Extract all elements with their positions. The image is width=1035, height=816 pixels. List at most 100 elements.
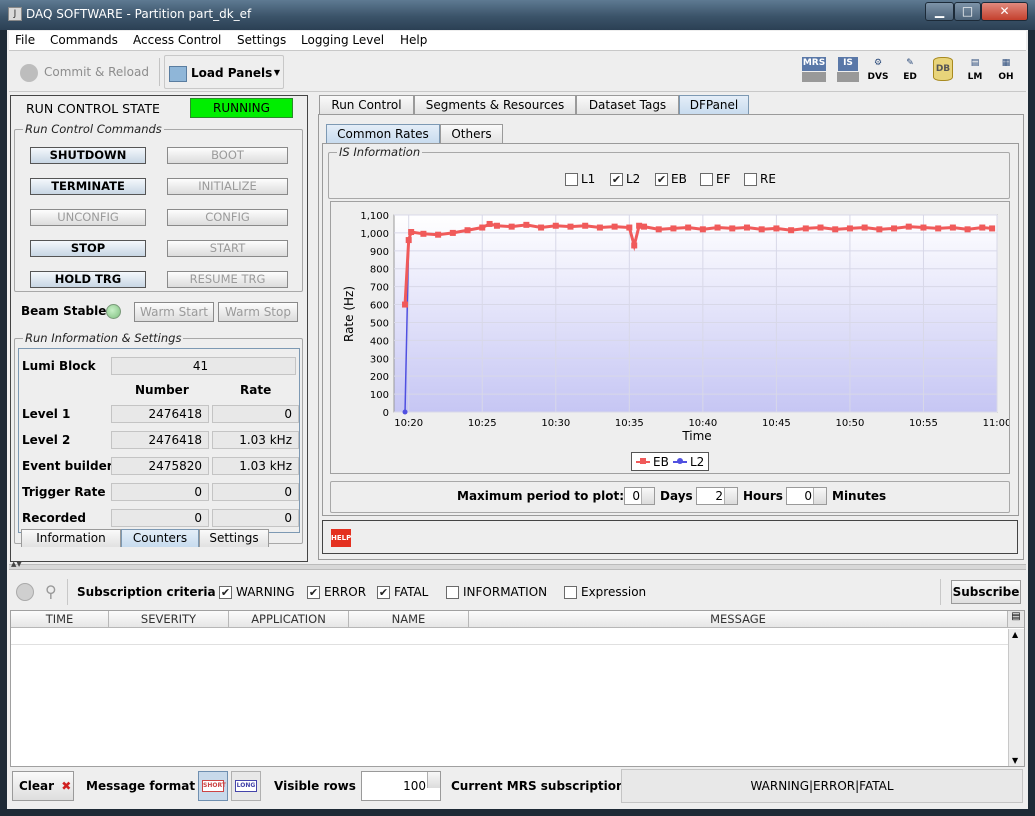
title-bar: J DAQ SOFTWARE - Partition part_dk_ef ▁ …	[0, 0, 1035, 30]
load-panels-button[interactable]: Load Panels ▼	[164, 55, 284, 89]
boot-button[interactable]: BOOT	[167, 147, 288, 164]
filter-icon[interactable]: ⚲	[45, 582, 57, 601]
tab-common-rates[interactable]: Common Rates	[326, 124, 440, 144]
config-button[interactable]: CONFIG	[167, 209, 288, 226]
col-time[interactable]: TIME	[11, 611, 109, 628]
rates-chart[interactable]: 0 100 200 300 400 500 600 700 800 900 1,000 1,100 1…	[331, 202, 1009, 473]
l2-checkbox[interactable]: ✔	[610, 173, 623, 186]
tab-information[interactable]: Information	[21, 529, 121, 547]
db-tool-icon[interactable]: DB	[930, 57, 956, 85]
start-button[interactable]: START	[167, 240, 288, 257]
lm-tool-icon[interactable]: ▤ LM	[962, 57, 988, 85]
tab-segments-resources[interactable]: Segments & Resources	[414, 95, 576, 115]
data-point-eb	[567, 223, 574, 230]
tab-dfpanel[interactable]: DFPanel	[679, 95, 749, 115]
tab-counters[interactable]: Counters	[121, 529, 199, 547]
tab-settings[interactable]: Settings	[199, 529, 269, 547]
stop-button[interactable]: STOP	[30, 240, 146, 257]
java-icon: J	[8, 7, 22, 21]
clear-icon: ✖	[61, 779, 72, 793]
menu-file[interactable]: File	[15, 33, 35, 47]
error-checkbox-label: ERROR	[324, 585, 367, 599]
l1-checkbox[interactable]	[565, 173, 578, 186]
col-name[interactable]: NAME	[349, 611, 469, 628]
menu-commands[interactable]: Commands	[50, 33, 118, 47]
shutdown-button[interactable]: SHUTDOWN	[30, 147, 146, 164]
column-menu-icon[interactable]: ▤	[1008, 611, 1024, 628]
col-severity[interactable]: SEVERITY	[109, 611, 229, 628]
tab-others[interactable]: Others	[440, 124, 503, 144]
row-label: Recorded	[22, 511, 86, 525]
hold-trigger-button[interactable]: HOLD TRG	[30, 271, 146, 288]
help-icon[interactable]: HELP	[331, 529, 351, 547]
dvs-tool-icon[interactable]: ⚙ DVS	[865, 57, 891, 85]
minimize-button[interactable]: ▁	[925, 2, 954, 21]
col-message[interactable]: MESSAGE	[469, 611, 1008, 628]
data-point-eb	[989, 225, 996, 232]
menu-access-control[interactable]: Access Control	[133, 33, 221, 47]
menu-settings[interactable]: Settings	[237, 33, 286, 47]
trigger-rate-number: 0	[111, 483, 209, 501]
x-tick-label: 10:35	[615, 418, 644, 429]
menu-help[interactable]: Help	[400, 33, 427, 47]
splitter-arrows-icon[interactable]: ▲▼	[11, 560, 22, 568]
plot-area	[393, 214, 998, 413]
y-tick-label: 1,000	[360, 229, 389, 240]
warning-checkbox[interactable]: ✔	[219, 586, 232, 599]
error-checkbox[interactable]: ✔	[307, 586, 320, 599]
initialize-button[interactable]: INITIALIZE	[167, 178, 288, 195]
is-tool-icon[interactable]: IS	[835, 57, 861, 85]
mrs-tool-icon[interactable]: MRS	[801, 57, 827, 85]
expression-checkbox[interactable]	[564, 586, 577, 599]
eb-checkbox[interactable]: ✔	[655, 173, 668, 186]
data-point-eb	[935, 225, 942, 232]
scroll-up-icon[interactable]: ▲	[1012, 630, 1018, 639]
subscription-bar: ⚲ Subscription criteria ✔ WARNING ✔ ERRO…	[9, 576, 1026, 608]
information-checkbox[interactable]	[446, 586, 459, 599]
data-point-eb	[891, 225, 898, 232]
y-tick-label: 400	[370, 336, 389, 347]
tab-dataset-tags[interactable]: Dataset Tags	[576, 95, 679, 115]
chart-legend: EB L2	[631, 452, 709, 471]
warm-stop-button[interactable]: Warm Stop	[218, 302, 298, 322]
ed-tool-icon[interactable]: ✎ ED	[897, 57, 923, 85]
data-point-eb	[788, 227, 795, 234]
data-point-eb	[408, 229, 415, 236]
data-point-eb	[420, 230, 427, 237]
level2-rate: 1.03 kHz	[212, 431, 299, 449]
refresh-icon[interactable]	[16, 583, 34, 601]
scroll-down-icon[interactable]: ▼	[1012, 756, 1018, 765]
table-scrollbar[interactable]: ▲ ▼	[1008, 629, 1024, 766]
col-application[interactable]: APPLICATION	[229, 611, 349, 628]
clear-button[interactable]: Clear ✖	[12, 771, 74, 801]
visible-rows-label: Visible rows	[274, 779, 356, 793]
ef-checkbox[interactable]	[700, 173, 713, 186]
tab-run-control[interactable]: Run Control	[319, 95, 414, 115]
maximize-button[interactable]: □	[954, 2, 981, 21]
re-checkbox[interactable]	[744, 173, 757, 186]
data-point-eb	[631, 242, 638, 249]
unconfig-button[interactable]: UNCONFIG	[30, 209, 146, 226]
short-format-button[interactable]: SHORT	[198, 771, 228, 801]
chevron-down-icon: ▼	[273, 68, 280, 77]
rate-column-header: Rate	[240, 383, 272, 397]
long-format-button[interactable]: LONG	[231, 771, 261, 801]
visible-rows-spinner[interactable]: 100	[361, 771, 441, 801]
commit-reload-button[interactable]: Commit & Reload	[14, 55, 159, 89]
fatal-checkbox[interactable]: ✔	[377, 586, 390, 599]
terminate-button[interactable]: TERMINATE	[30, 178, 146, 195]
splitter-handle[interactable]: ▲▼	[9, 560, 1026, 570]
menu-logging-level[interactable]: Logging Level	[301, 33, 384, 47]
close-button[interactable]: ✕	[981, 2, 1028, 21]
resume-trigger-button[interactable]: RESUME TRG	[167, 271, 288, 288]
days-spinner[interactable]: 0	[624, 487, 655, 505]
rates-chart-container: 0 100 200 300 400 500 600 700 800 900 1,000 1,100 1…	[330, 201, 1010, 474]
minutes-spinner[interactable]: 0	[786, 487, 827, 505]
oh-tool-icon[interactable]: ▦ OH	[993, 57, 1019, 85]
hours-spinner[interactable]: 2	[696, 487, 738, 505]
table-row[interactable]	[11, 629, 1008, 645]
data-point-eb	[949, 224, 956, 231]
subscribe-button[interactable]: Subscribe	[951, 580, 1021, 604]
warning-checkbox-label: WARNING	[236, 585, 295, 599]
warm-start-button[interactable]: Warm Start	[134, 302, 214, 322]
